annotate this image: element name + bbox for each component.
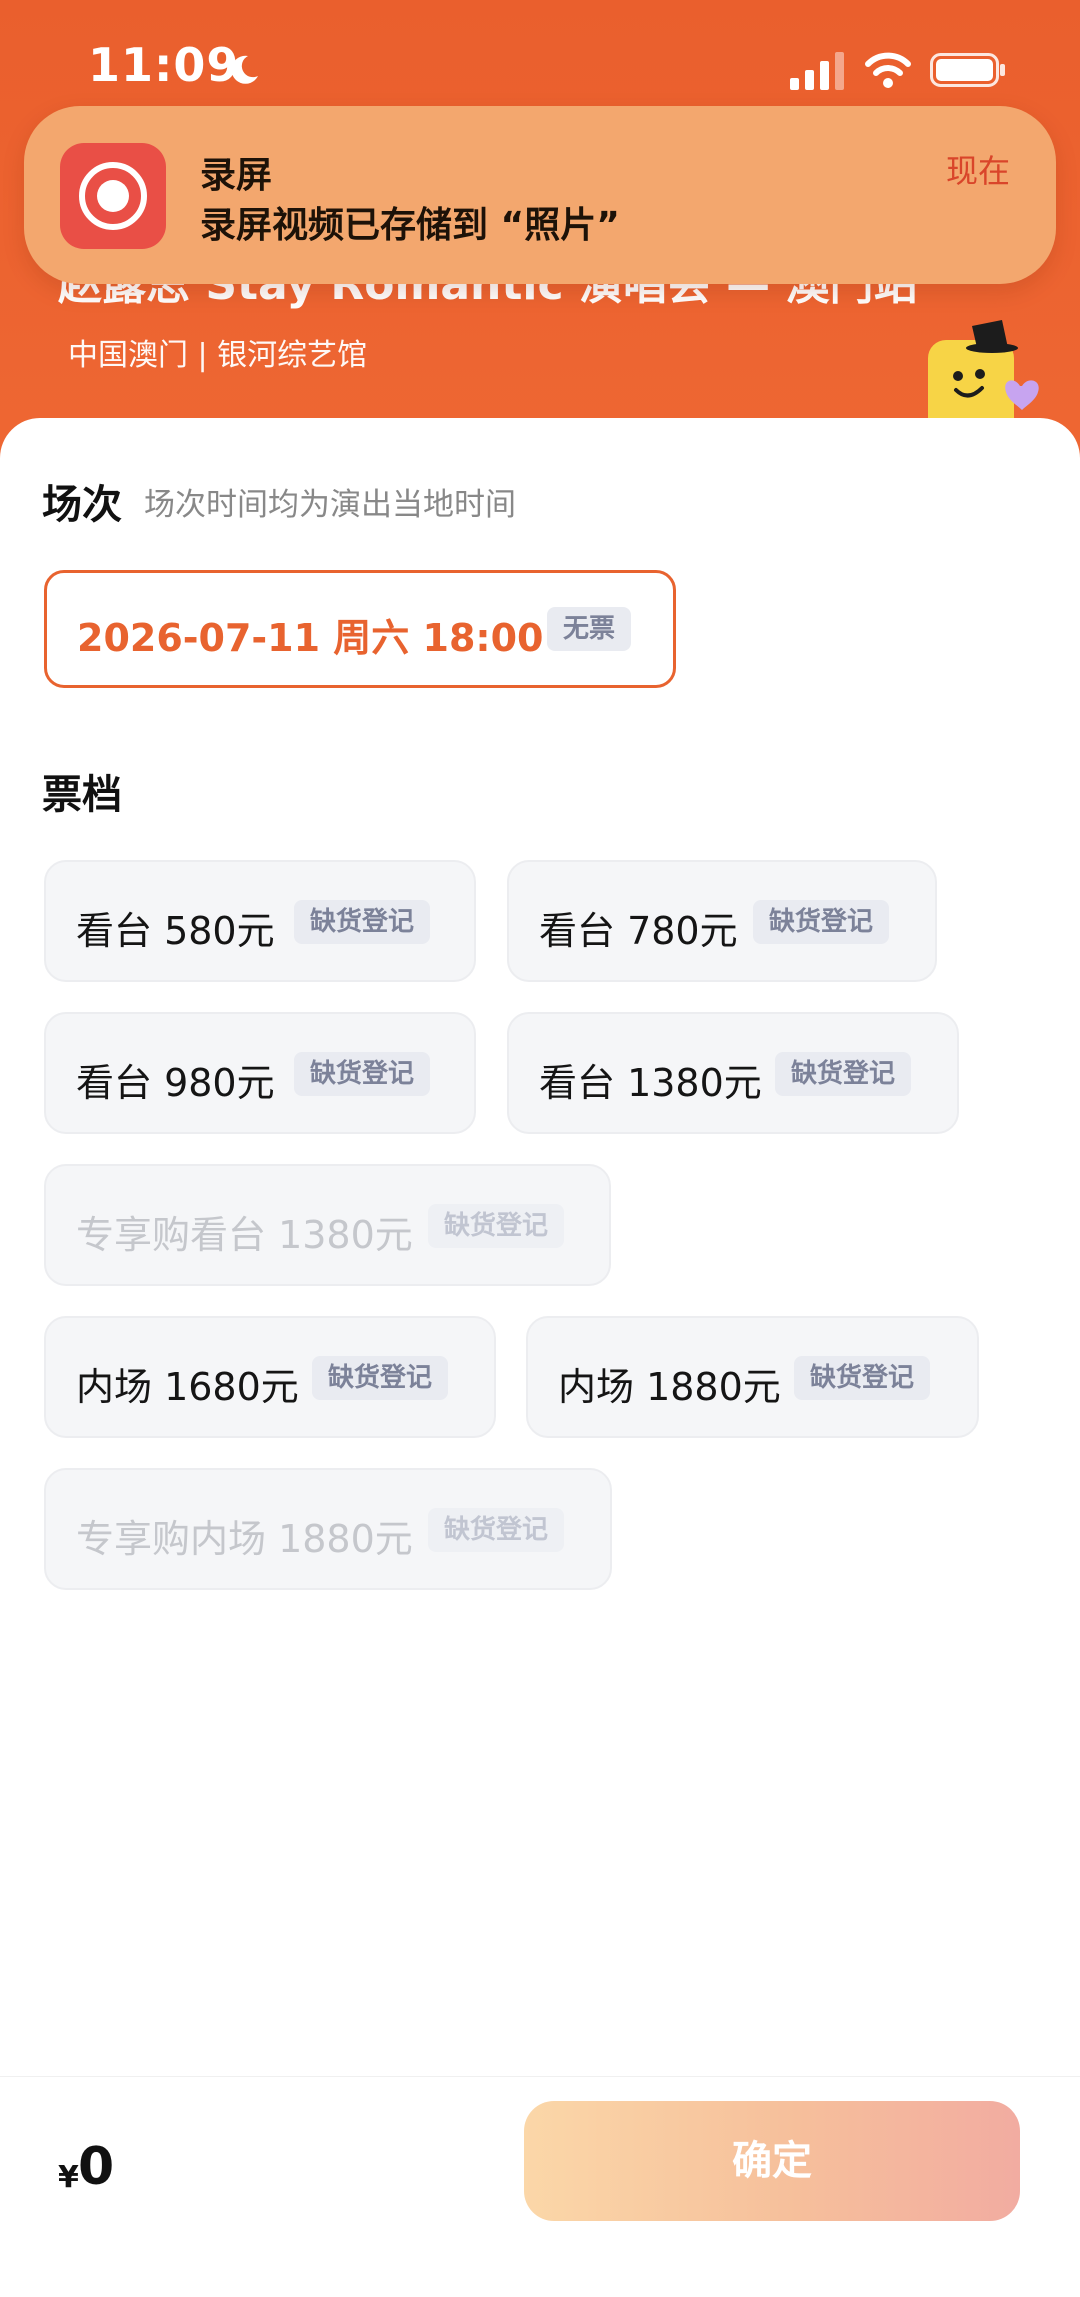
tier-label: 看台 580元 — [76, 909, 275, 953]
waitlist-badge: 缺货登记 — [312, 1356, 449, 1400]
session-section-title: 场次 — [42, 482, 122, 528]
session-section-subtitle: 场次时间均为演出当地时间 — [144, 487, 516, 523]
tier-label: 内场 1680元 — [76, 1365, 299, 1409]
waitlist-badge: 缺货登记 — [294, 1052, 431, 1096]
ticket-selection-screen: 11:09 赵露思 Stay Romantic 演唱会 — 澳门站 中国澳门 |… — [0, 0, 1080, 2297]
session-option-label: 2026-07-11 周六 18:00 — [77, 616, 544, 660]
notification-message: 录屏视频已存储到 “照片” — [200, 205, 620, 246]
record-icon — [79, 162, 147, 230]
waitlist-badge: 缺货登记 — [794, 1356, 931, 1400]
waitlist-badge: 缺货登记 — [428, 1508, 565, 1552]
checkout-bar: ¥ 0 确定 — [0, 2076, 1080, 2297]
cellular-signal-icon — [790, 52, 844, 90]
tier-option-exclusive-stand-1380[interactable]: 专享购看台 1380元 缺货登记 — [44, 1164, 611, 1286]
tier-option-stand-780[interactable]: 看台 780元 缺货登记 — [507, 860, 937, 982]
tier-option-floor-1680[interactable]: 内场 1680元 缺货登记 — [44, 1316, 496, 1438]
tier-option-stand-980[interactable]: 看台 980元 缺货登记 — [44, 1012, 476, 1134]
wifi-icon — [865, 52, 911, 88]
tier-section-title: 票档 — [42, 772, 122, 818]
session-option-2026-07-11[interactable]: 2026-07-11 周六 18:00 无票 — [44, 570, 676, 688]
waitlist-badge: 缺货登记 — [775, 1052, 912, 1096]
status-time: 11:09 — [88, 38, 240, 92]
total-price: 0 — [78, 2137, 115, 2197]
tier-label: 专享购看台 1380元 — [76, 1213, 413, 1257]
tier-label: 专享购内场 1880元 — [76, 1517, 413, 1561]
price-currency: ¥ — [58, 2160, 79, 2195]
tier-label: 看台 980元 — [76, 1061, 275, 1105]
tier-label: 看台 1380元 — [539, 1061, 762, 1105]
tier-option-stand-1380[interactable]: 看台 1380元 缺货登记 — [507, 1012, 959, 1134]
moon-icon — [231, 55, 258, 84]
waitlist-badge: 缺货登记 — [753, 900, 890, 944]
event-venue: 中国澳门 | 银河综艺馆 — [68, 338, 368, 373]
tier-option-floor-1880[interactable]: 内场 1880元 缺货登记 — [526, 1316, 979, 1438]
battery-icon — [930, 53, 1005, 87]
notification-app-name: 录屏 — [200, 155, 273, 196]
screen-recording-notification[interactable]: 录屏 录屏视频已存储到 “照片” 现在 — [24, 106, 1056, 284]
waitlist-badge: 缺货登记 — [428, 1204, 565, 1248]
waitlist-badge: 缺货登记 — [294, 900, 431, 944]
screen-record-app-icon — [60, 143, 166, 249]
sold-out-badge: 无票 — [547, 607, 632, 651]
tier-option-exclusive-floor-1880[interactable]: 专享购内场 1880元 缺货登记 — [44, 1468, 612, 1590]
tier-label: 看台 780元 — [539, 909, 738, 953]
notification-time: 现在 — [945, 152, 1010, 190]
tier-option-stand-580[interactable]: 看台 580元 缺货登记 — [44, 860, 476, 982]
tier-label: 内场 1880元 — [558, 1365, 781, 1409]
confirm-button[interactable]: 确定 — [524, 2101, 1020, 2221]
